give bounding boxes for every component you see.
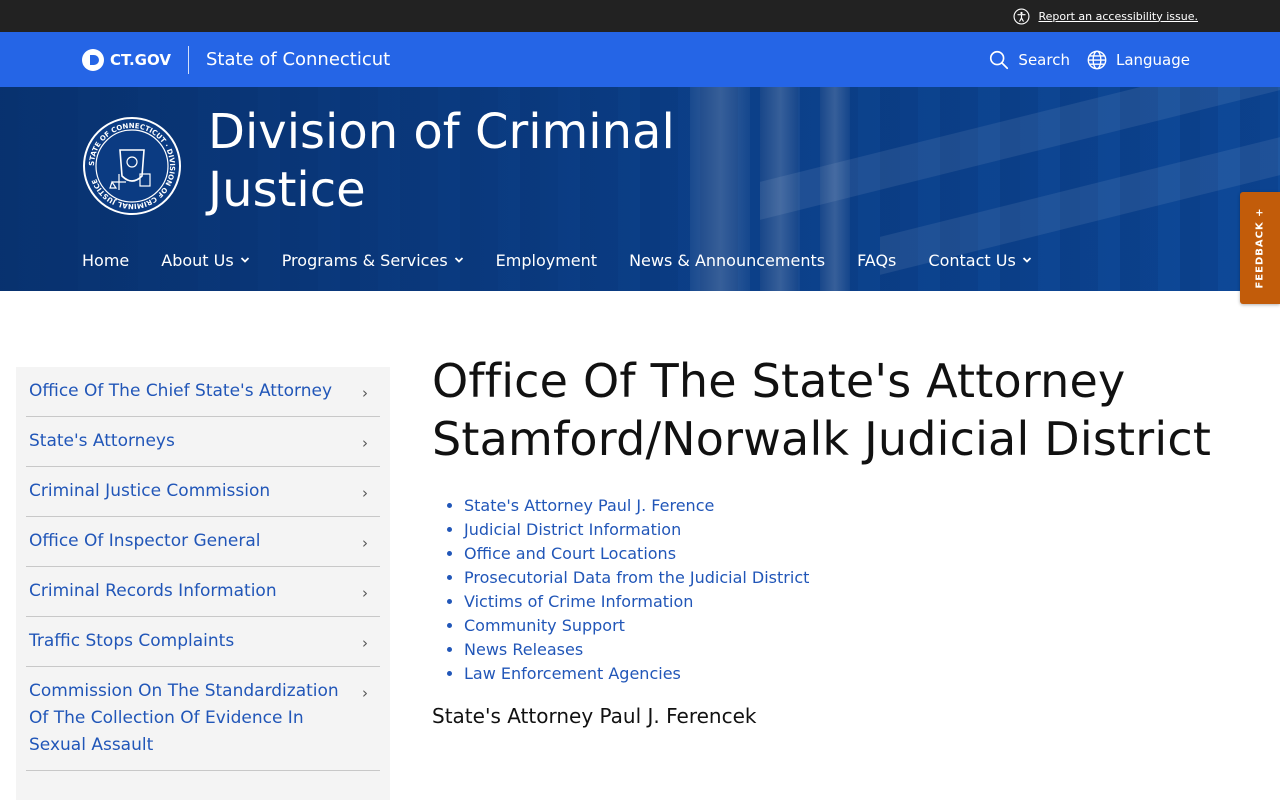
list-item: Victims of Crime Information bbox=[464, 590, 1232, 614]
chevron-right-icon: › bbox=[362, 534, 368, 552]
chevron-right-icon: › bbox=[362, 634, 368, 652]
sidebar-item-label: Office Of The Chief State's Attorney bbox=[29, 381, 333, 401]
sidebar-item-label: State's Attorneys bbox=[29, 431, 175, 451]
sidebar-item-label: Criminal Records Information bbox=[29, 581, 277, 601]
link-community-support[interactable]: Community Support bbox=[464, 616, 625, 635]
nav-label: News & Announcements bbox=[629, 250, 826, 270]
chevron-down-icon bbox=[240, 257, 249, 263]
list-item: State's Attorney Paul J. Ference bbox=[464, 494, 1232, 518]
nav-label: FAQs bbox=[857, 250, 897, 270]
nav-faqs[interactable]: FAQs bbox=[857, 251, 896, 270]
link-news-releases[interactable]: News Releases bbox=[464, 640, 583, 659]
site-title[interactable]: Division of Criminal Justice bbox=[208, 103, 728, 219]
search-label: Search bbox=[1018, 50, 1070, 69]
state-name-link[interactable]: State of Connecticut bbox=[206, 32, 390, 87]
ctgov-logo[interactable]: CT.GOV bbox=[82, 32, 171, 87]
link-office-court-locations[interactable]: Office and Court Locations bbox=[464, 544, 676, 563]
search-button[interactable]: Search bbox=[988, 49, 1070, 71]
nav-label: About Us bbox=[161, 250, 234, 270]
ctgov-logo-text: CT.GOV bbox=[110, 50, 171, 69]
chevron-down-icon bbox=[1022, 257, 1031, 263]
chevron-right-icon: › bbox=[362, 384, 368, 402]
list-item: Office and Court Locations bbox=[464, 542, 1232, 566]
globe-icon bbox=[1087, 50, 1107, 69]
section-heading: State's Attorney Paul J. Ferencek bbox=[432, 704, 757, 728]
accessibility-link[interactable]: Report an accessibility issue. bbox=[1013, 0, 1198, 32]
sidebar-item-inspector-general[interactable]: Office Of Inspector General › bbox=[26, 517, 380, 567]
feedback-tab[interactable]: FEEDBACK + bbox=[1240, 192, 1280, 304]
chevron-right-icon: › bbox=[362, 484, 368, 502]
dcj-seal-logo[interactable]: STATE OF CONNECTICUT · DIVISION OF CRIMI… bbox=[82, 116, 182, 216]
list-item: Law Enforcement Agencies bbox=[464, 662, 1232, 686]
list-item: Community Support bbox=[464, 614, 1232, 638]
main-content: Office Of The State's Attorney Stamford/… bbox=[432, 352, 1232, 730]
nav-about-us[interactable]: About Us bbox=[161, 251, 249, 270]
nav-label: Programs & Services bbox=[281, 250, 448, 270]
sidebar-item-label: Office Of Inspector General bbox=[29, 531, 261, 551]
search-icon bbox=[990, 50, 1009, 69]
sidebar-item-criminal-records[interactable]: Criminal Records Information › bbox=[26, 567, 380, 617]
link-judicial-district-info[interactable]: Judicial District Information bbox=[464, 520, 681, 539]
sidebar-nav: Office Of The Chief State's Attorney › S… bbox=[16, 367, 390, 800]
sidebar-item-states-attorneys[interactable]: State's Attorneys › bbox=[26, 417, 380, 467]
ctgov-logo-icon bbox=[82, 48, 104, 71]
nav-contact-us[interactable]: Contact Us bbox=[928, 251, 1031, 270]
list-item: Prosecutorial Data from the Judicial Dis… bbox=[464, 566, 1232, 590]
chevron-right-icon: › bbox=[362, 684, 368, 702]
sidebar-item-label: Criminal Justice Commission bbox=[29, 481, 271, 501]
accessibility-link-label: Report an accessibility issue. bbox=[1038, 9, 1198, 23]
page-links-list: State's Attorney Paul J. Ference Judicia… bbox=[432, 494, 1232, 686]
feedback-label: FEEDBACK + bbox=[1254, 207, 1266, 289]
list-item: Judicial District Information bbox=[464, 518, 1232, 542]
chevron-down-icon bbox=[454, 257, 463, 263]
page-title: Office Of The State's Attorney Stamford/… bbox=[432, 354, 1212, 466]
nav-employment[interactable]: Employment bbox=[496, 251, 597, 270]
link-states-attorney[interactable]: State's Attorney Paul J. Ference bbox=[464, 496, 714, 515]
sidebar-item-label: Traffic Stops Complaints bbox=[29, 631, 235, 651]
sidebar-item-chief-states-attorney[interactable]: Office Of The Chief State's Attorney › bbox=[26, 367, 380, 417]
nav-programs-services[interactable]: Programs & Services bbox=[282, 251, 464, 270]
sidebar-item-traffic-stops-complaints[interactable]: Traffic Stops Complaints › bbox=[26, 617, 380, 667]
nav-label: Employment bbox=[495, 250, 598, 270]
main-navigation: Home About Us Programs & Services Employ… bbox=[82, 247, 1032, 273]
language-label: Language bbox=[1115, 50, 1190, 69]
ctgov-bar: CT.GOV State of Connecticut Search Langu… bbox=[0, 32, 1280, 87]
link-prosecutorial-data[interactable]: Prosecutorial Data from the Judicial Dis… bbox=[464, 568, 809, 587]
nav-news-announcements[interactable]: News & Announcements bbox=[629, 251, 825, 270]
language-button[interactable]: Language bbox=[1086, 49, 1190, 71]
chevron-right-icon: › bbox=[362, 584, 368, 602]
sidebar-item-evidence-commission[interactable]: Commission On The Standardization Of The… bbox=[26, 667, 380, 771]
sidebar-item-criminal-justice-commission[interactable]: Criminal Justice Commission › bbox=[26, 467, 380, 517]
site-header: STATE OF CONNECTICUT · DIVISION OF CRIMI… bbox=[0, 87, 1280, 291]
link-law-enforcement[interactable]: Law Enforcement Agencies bbox=[464, 664, 681, 683]
sidebar-item-label: Commission On The Standardization Of The… bbox=[29, 681, 339, 755]
ctgov-tools: Search Language bbox=[988, 32, 1190, 87]
link-victims-info[interactable]: Victims of Crime Information bbox=[464, 592, 693, 611]
nav-label: Home bbox=[82, 250, 130, 270]
nav-home[interactable]: Home bbox=[82, 251, 129, 270]
list-item: News Releases bbox=[464, 638, 1232, 662]
nav-label: Contact Us bbox=[928, 250, 1016, 270]
ctgov-divider bbox=[188, 46, 189, 74]
accessibility-icon bbox=[1013, 7, 1030, 25]
chevron-right-icon: › bbox=[362, 434, 368, 452]
utility-bar: Report an accessibility issue. bbox=[0, 0, 1280, 32]
